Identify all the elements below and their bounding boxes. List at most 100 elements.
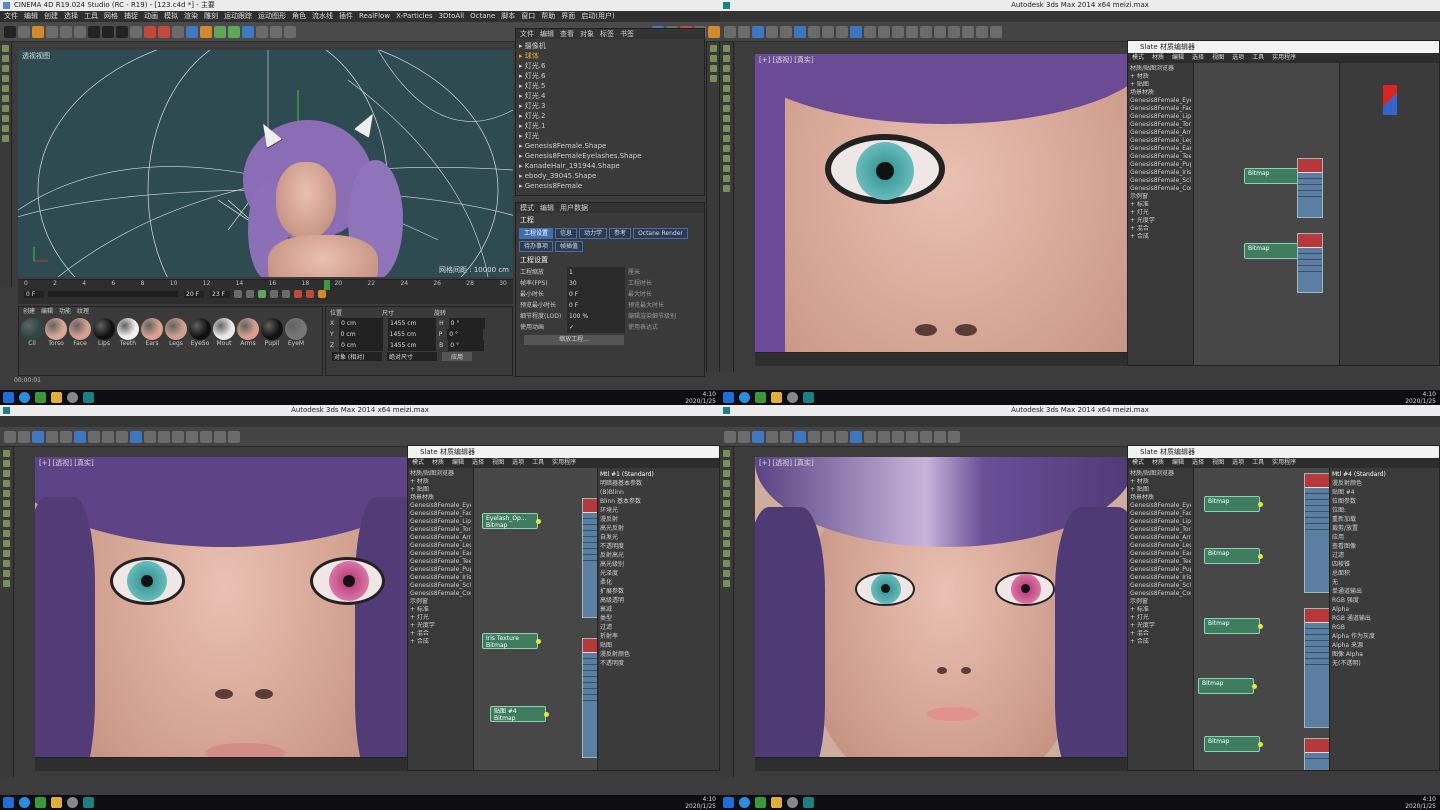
browser-item[interactable]: Genesis8Female_Torso <box>1130 526 1191 534</box>
attr-menu-item[interactable]: 用户数据 <box>560 204 588 212</box>
browser-item[interactable]: Genesis8Female_Face <box>410 510 471 518</box>
move-icon[interactable] <box>46 25 58 38</box>
chrome-icon[interactable] <box>787 797 798 808</box>
rotate-icon[interactable] <box>74 25 86 38</box>
menu-item[interactable]: 模拟 <box>164 12 178 20</box>
folder-icon[interactable] <box>51 797 62 808</box>
start-icon[interactable] <box>3 392 14 403</box>
param-row[interactable]: 不透明度 <box>600 659 717 668</box>
material-swatch[interactable]: Arms <box>237 318 259 348</box>
axis-mode-icon[interactable] <box>2 95 9 102</box>
attr-menu-item[interactable]: 模式 <box>520 204 534 212</box>
slate-menu-item[interactable]: 编辑 <box>452 459 464 466</box>
scale-icon[interactable] <box>60 25 72 38</box>
timeline-ruler[interactable]: 0 2 4 6 8 10 12 14 16 18 20 22 24 26 28 30 <box>18 280 513 288</box>
browser-item[interactable]: Genesis8Female_Teeth <box>1130 153 1191 161</box>
slate-menu-item[interactable]: 选项 <box>1232 54 1244 61</box>
browser-item[interactable]: + 灯光 <box>1130 614 1191 622</box>
param-row[interactable]: 衰减 <box>600 605 717 614</box>
bitmap-node[interactable]: Bitmap <box>1204 496 1263 512</box>
browser-item[interactable]: Genesis8Female_Irises <box>1130 169 1191 177</box>
start-icon[interactable] <box>723 797 734 808</box>
browser-item[interactable]: Genesis8Female_Torso <box>410 526 471 534</box>
3dsmax-icon[interactable] <box>803 797 814 808</box>
material-node[interactable] <box>1297 233 1323 293</box>
param-row[interactable]: 反射高光 <box>600 551 717 560</box>
model-mode-icon[interactable] <box>2 45 9 52</box>
object-list-item[interactable]: ▸ 灯光 <box>519 131 701 141</box>
browser-item[interactable]: 场景材质 <box>410 494 471 502</box>
max-viewport-closeup[interactable]: [+] [透视] [真实] <box>35 457 410 757</box>
attr-value[interactable]: 1 <box>567 267 625 278</box>
param-row[interactable]: Alpha 作为灰度 <box>1332 632 1437 641</box>
param-row[interactable]: 明暗器基本参数 <box>600 479 717 488</box>
param-row[interactable]: 贴图 <box>600 641 717 650</box>
param-row[interactable]: 单通道输出 <box>1332 587 1437 596</box>
slate-menu-item[interactable]: 选择 <box>472 459 484 466</box>
object-menu-item[interactable]: 查看 <box>560 30 574 38</box>
browser-item[interactable]: Genesis8Female_Legs <box>410 542 471 550</box>
objects-tab-icon[interactable] <box>709 45 717 52</box>
menu-item[interactable]: 渲染 <box>184 12 198 20</box>
slate-menu-item[interactable]: 材质 <box>1152 54 1164 61</box>
browser-item[interactable]: 场景材质 <box>1130 89 1191 97</box>
c4d-perspective-viewport[interactable]: 查看摄像机显示选项过滤面板ProRender 透视视图 网格间距 : 10000… <box>18 50 513 277</box>
object-list-item[interactable]: ▸ 灯光.6 <box>519 71 701 81</box>
browser-item[interactable]: Genesis8Female_Face <box>1130 510 1191 518</box>
browser-item[interactable]: Genesis8Female_Arms <box>1130 534 1191 542</box>
param-row[interactable]: 贴图 #4 <box>1332 488 1437 497</box>
material-menu-item[interactable]: 纹理 <box>77 308 89 315</box>
lock-icon[interactable] <box>2 125 9 132</box>
slate-menu-item[interactable]: 选择 <box>1192 459 1204 466</box>
browser-item[interactable]: + 贴图 <box>1130 81 1191 89</box>
object-menu-item[interactable]: 文件 <box>520 30 534 38</box>
param-row[interactable]: 扩展参数 <box>600 587 717 596</box>
browser-item[interactable]: Genesis8Female_Sclera <box>410 582 471 590</box>
coord-position[interactable]: 0 cm <box>339 340 384 351</box>
attr-value[interactable]: 100 % <box>567 311 625 322</box>
start-icon[interactable] <box>723 392 734 403</box>
bitmap-node[interactable]: Bitmap <box>1198 678 1257 694</box>
browser-item[interactable]: Genesis8Female_Arms <box>1130 129 1191 137</box>
bitmap-node[interactable]: Bitmap <box>1244 243 1303 259</box>
browser-item[interactable]: Genesis8Female_Lips <box>1130 113 1191 121</box>
browser-item[interactable]: Genesis8Female_Teeth <box>410 558 471 566</box>
object-list-item[interactable]: ▸ 灯光.4 <box>519 91 701 101</box>
undo-icon[interactable] <box>4 25 16 38</box>
object-list-item[interactable]: ▸ 灯光.3 <box>519 101 701 111</box>
node-canvas[interactable]: Bitmap Bitmap <box>1194 63 1339 365</box>
max-viewport-closeup[interactable]: [+] [透视] [真实] <box>755 54 1130 352</box>
play-icon[interactable] <box>258 290 266 298</box>
y-axis-icon[interactable] <box>102 25 114 38</box>
browser-item[interactable]: 示例窗 <box>410 598 471 606</box>
slate-menu-item[interactable]: 工具 <box>1252 54 1264 61</box>
attr-tab[interactable]: Octane Render <box>633 228 688 239</box>
browser-item[interactable]: + 贴图 <box>410 486 471 494</box>
object-list-item[interactable]: ▸ Genesis8FemaleEyelashes.Shape <box>519 151 701 161</box>
param-row[interactable]: 图像 Alpha <box>1332 650 1437 659</box>
browser-item[interactable]: + 标准 <box>1130 201 1191 209</box>
chrome-icon[interactable] <box>67 797 78 808</box>
browser-item[interactable]: + 合成 <box>1130 638 1191 646</box>
snap-icon[interactable] <box>2 105 9 112</box>
menu-item[interactable]: 角色 <box>292 12 306 20</box>
browser-item[interactable]: Genesis8Female_Cornea <box>1130 590 1191 598</box>
attr-menu-item[interactable]: 编辑 <box>540 204 554 212</box>
material-node[interactable] <box>1304 473 1330 593</box>
frame-start-field[interactable]: 0 F <box>24 290 44 298</box>
slate-menu-item[interactable]: 模式 <box>1132 459 1144 466</box>
select-icon[interactable] <box>32 25 44 38</box>
browser-item[interactable]: + 光度学 <box>1130 217 1191 225</box>
menu-item[interactable]: 创建 <box>44 12 58 20</box>
param-row[interactable]: 位图参数 <box>1332 497 1437 506</box>
slate-menu-item[interactable]: 材质 <box>432 459 444 466</box>
browser-item[interactable]: + 光度学 <box>1130 622 1191 630</box>
bitmap-node[interactable]: Bitmap <box>1204 548 1263 564</box>
param-row[interactable]: 高级透明 <box>600 596 717 605</box>
param-row[interactable]: 环境光 <box>600 506 717 515</box>
pen-icon[interactable] <box>200 25 212 38</box>
object-list-item[interactable]: ▸ KanadeHair_191944.Shape <box>519 161 701 171</box>
coord-rotation[interactable]: 0 ° <box>448 340 485 351</box>
browser-item[interactable]: Genesis8Female_Irises <box>1130 574 1191 582</box>
attr-tab[interactable]: 帧插值 <box>555 241 584 252</box>
